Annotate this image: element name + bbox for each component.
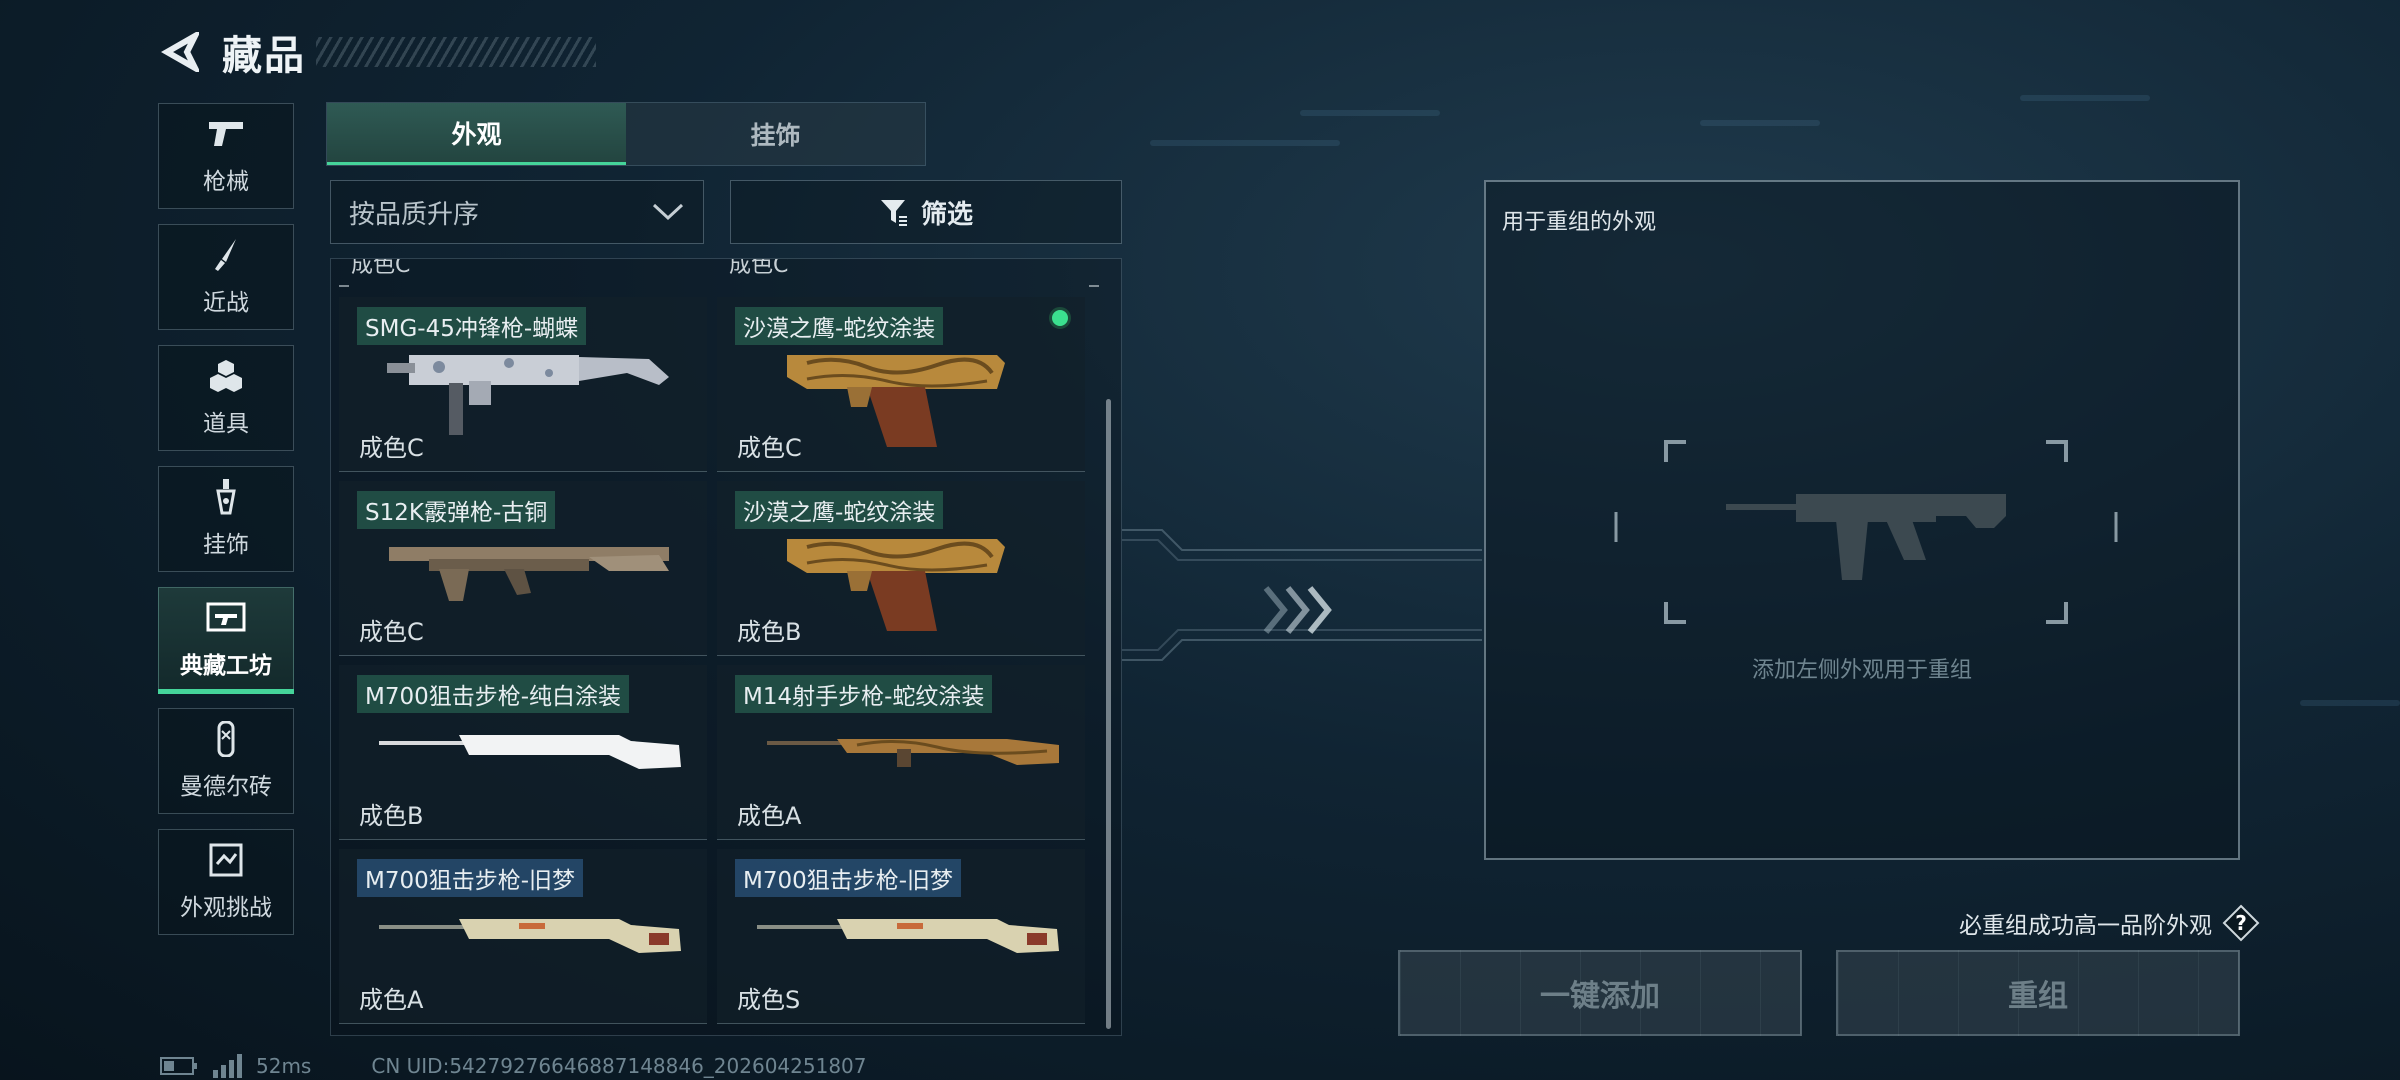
sidebar-item-guns[interactable]: 枪械 (158, 103, 294, 209)
sidebar-item-label: 近战 (203, 290, 249, 316)
recombine-note-text: 必重组成功高一品阶外观 (1959, 913, 2212, 939)
skin-grade: 成色A (737, 802, 802, 830)
skin-card[interactable]: M14射手步枪-蛇纹涂装 成色A (717, 665, 1085, 840)
skin-list[interactable]: 成色C 成色C SMG-45冲锋枪-蝴蝶 成色C 沙漠之鹰-蛇纹涂装 成色C S… (330, 258, 1122, 1036)
title-decoration (316, 37, 596, 67)
divider (1089, 285, 1099, 287)
workshop-icon (206, 602, 246, 632)
collection-tabs: 外观 挂饰 (326, 102, 926, 166)
skin-name: SMG-45冲锋枪-蝴蝶 (357, 307, 587, 345)
sort-dropdown[interactable]: 按品质升序 (330, 180, 704, 244)
pistol-icon (209, 122, 243, 146)
sidebar-item-melee[interactable]: 近战 (158, 224, 294, 330)
chevron-down-icon (652, 203, 684, 221)
help-button[interactable]: ? (2222, 904, 2260, 942)
back-arrow-icon (161, 32, 199, 72)
skin-grade: 成色A (359, 986, 424, 1014)
recombine-button[interactable]: 重组 (1836, 950, 2240, 1036)
sidebar-item-items[interactable]: 道具 (158, 345, 294, 451)
svg-text:?: ? (2235, 911, 2247, 935)
sidebar-item-charms[interactable]: 挂饰 (158, 466, 294, 572)
add-all-button[interactable]: 一键添加 (1398, 950, 1802, 1036)
user-uid: CN UID:54279276646887148846_202604251807 (371, 1054, 867, 1078)
skin-card[interactable]: SMG-45冲锋枪-蝴蝶 成色C (339, 297, 707, 472)
sidebar-item-brick[interactable]: 曼德尔砖 (158, 708, 294, 814)
partial-grade: 成色C (351, 258, 411, 278)
recombine-panel-title: 用于重组的外观 (1502, 210, 1657, 235)
background-decoration (2020, 95, 2150, 101)
skin-name: M700狙击步枪-纯白涂装 (357, 675, 630, 713)
skin-grade: 成色C (359, 434, 424, 462)
chevron-right-arrows-icon (1263, 586, 1332, 634)
battery-icon (160, 1057, 197, 1075)
skin-grade: 成色C (737, 434, 802, 462)
partial-row: 成色C 成色C (331, 259, 1121, 283)
background-decoration (1150, 140, 1340, 146)
sidebar-item-label: 典藏工坊 (180, 653, 272, 679)
empty-slot-placeholder (1614, 440, 2118, 624)
sort-dropdown-value: 按品质升序 (349, 199, 480, 230)
background-decoration (2300, 700, 2400, 706)
knife-icon (215, 239, 236, 271)
skin-grade: 成色B (737, 618, 802, 646)
tab-charms[interactable]: 挂饰 (626, 103, 925, 165)
skin-grade: 成色S (737, 986, 801, 1014)
rifle-silhouette-icon (1726, 494, 2006, 580)
sidebar-item-label: 挂饰 (203, 532, 249, 558)
recombine-note: 必重组成功高一品阶外观 ? (1959, 904, 2260, 942)
skin-name: S12K霰弹枪-古铜 (357, 491, 556, 529)
help-icon: ? (2222, 904, 2260, 942)
recombine-panel: 用于重组的外观 添加左侧外观用于重组 (1484, 180, 2240, 860)
sidebar-item-workshop[interactable]: 典藏工坊 (158, 587, 294, 694)
sidebar-item-label: 外观挑战 (180, 895, 272, 921)
skin-card[interactable]: M700狙击步枪-纯白涂装 成色B (339, 665, 707, 840)
filter-button-label: 筛选 (920, 199, 973, 230)
page-title: 藏品 (222, 33, 306, 79)
back-button[interactable] (160, 30, 200, 74)
selected-indicator (1049, 307, 1071, 329)
partial-grade: 成色C (729, 258, 789, 278)
skin-name: M700狙击步枪-旧梦 (357, 859, 584, 897)
skin-card[interactable]: M700狙击步枪-旧梦 成色A (339, 849, 707, 1024)
charm-icon (216, 479, 236, 515)
brick-icon (217, 721, 235, 757)
skin-name: M700狙击步枪-旧梦 (735, 859, 962, 897)
background-decoration (1700, 120, 1820, 126)
skin-name: M14射手步枪-蛇纹涂装 (735, 675, 993, 713)
filter-icon (880, 200, 907, 226)
skin-grade: 成色B (359, 802, 424, 830)
ping-value: 52ms (256, 1054, 312, 1078)
background-decoration (1300, 110, 1440, 116)
signal-icon (213, 1054, 242, 1078)
recombine-hint: 添加左侧外观用于重组 (1751, 658, 1972, 683)
skin-card[interactable]: S12K霰弹枪-古铜 成色C (339, 481, 707, 656)
sidebar-item-label: 枪械 (203, 169, 249, 195)
divider (339, 285, 349, 287)
status-bar: 52ms CN UID:54279276646887148846_2026042… (160, 1054, 867, 1078)
skin-grade: 成色C (359, 618, 424, 646)
page-header: 藏品 (160, 22, 596, 82)
challenge-icon (209, 843, 243, 877)
sidebar-item-challenge[interactable]: 外观挑战 (158, 829, 294, 935)
scrollbar[interactable] (1106, 399, 1111, 1029)
filter-button[interactable]: 筛选 (730, 180, 1122, 244)
sidebar-item-label: 曼德尔砖 (180, 774, 272, 800)
skin-name: 沙漠之鹰-蛇纹涂装 (735, 307, 944, 345)
tab-appearance[interactable]: 外观 (327, 103, 626, 165)
sidebar-item-label: 道具 (203, 411, 249, 437)
skin-name: 沙漠之鹰-蛇纹涂装 (735, 491, 944, 529)
skin-card[interactable]: 沙漠之鹰-蛇纹涂装 成色B (717, 481, 1085, 656)
skin-card[interactable]: M700狙击步枪-旧梦 成色S (717, 849, 1085, 1024)
skin-card-selected[interactable]: 沙漠之鹰-蛇纹涂装 成色C (717, 297, 1085, 472)
category-sidebar: 枪械 近战 道具 挂饰 典藏工坊 曼德尔砖 外观挑战 (158, 103, 296, 950)
grenade-icon (210, 360, 242, 392)
